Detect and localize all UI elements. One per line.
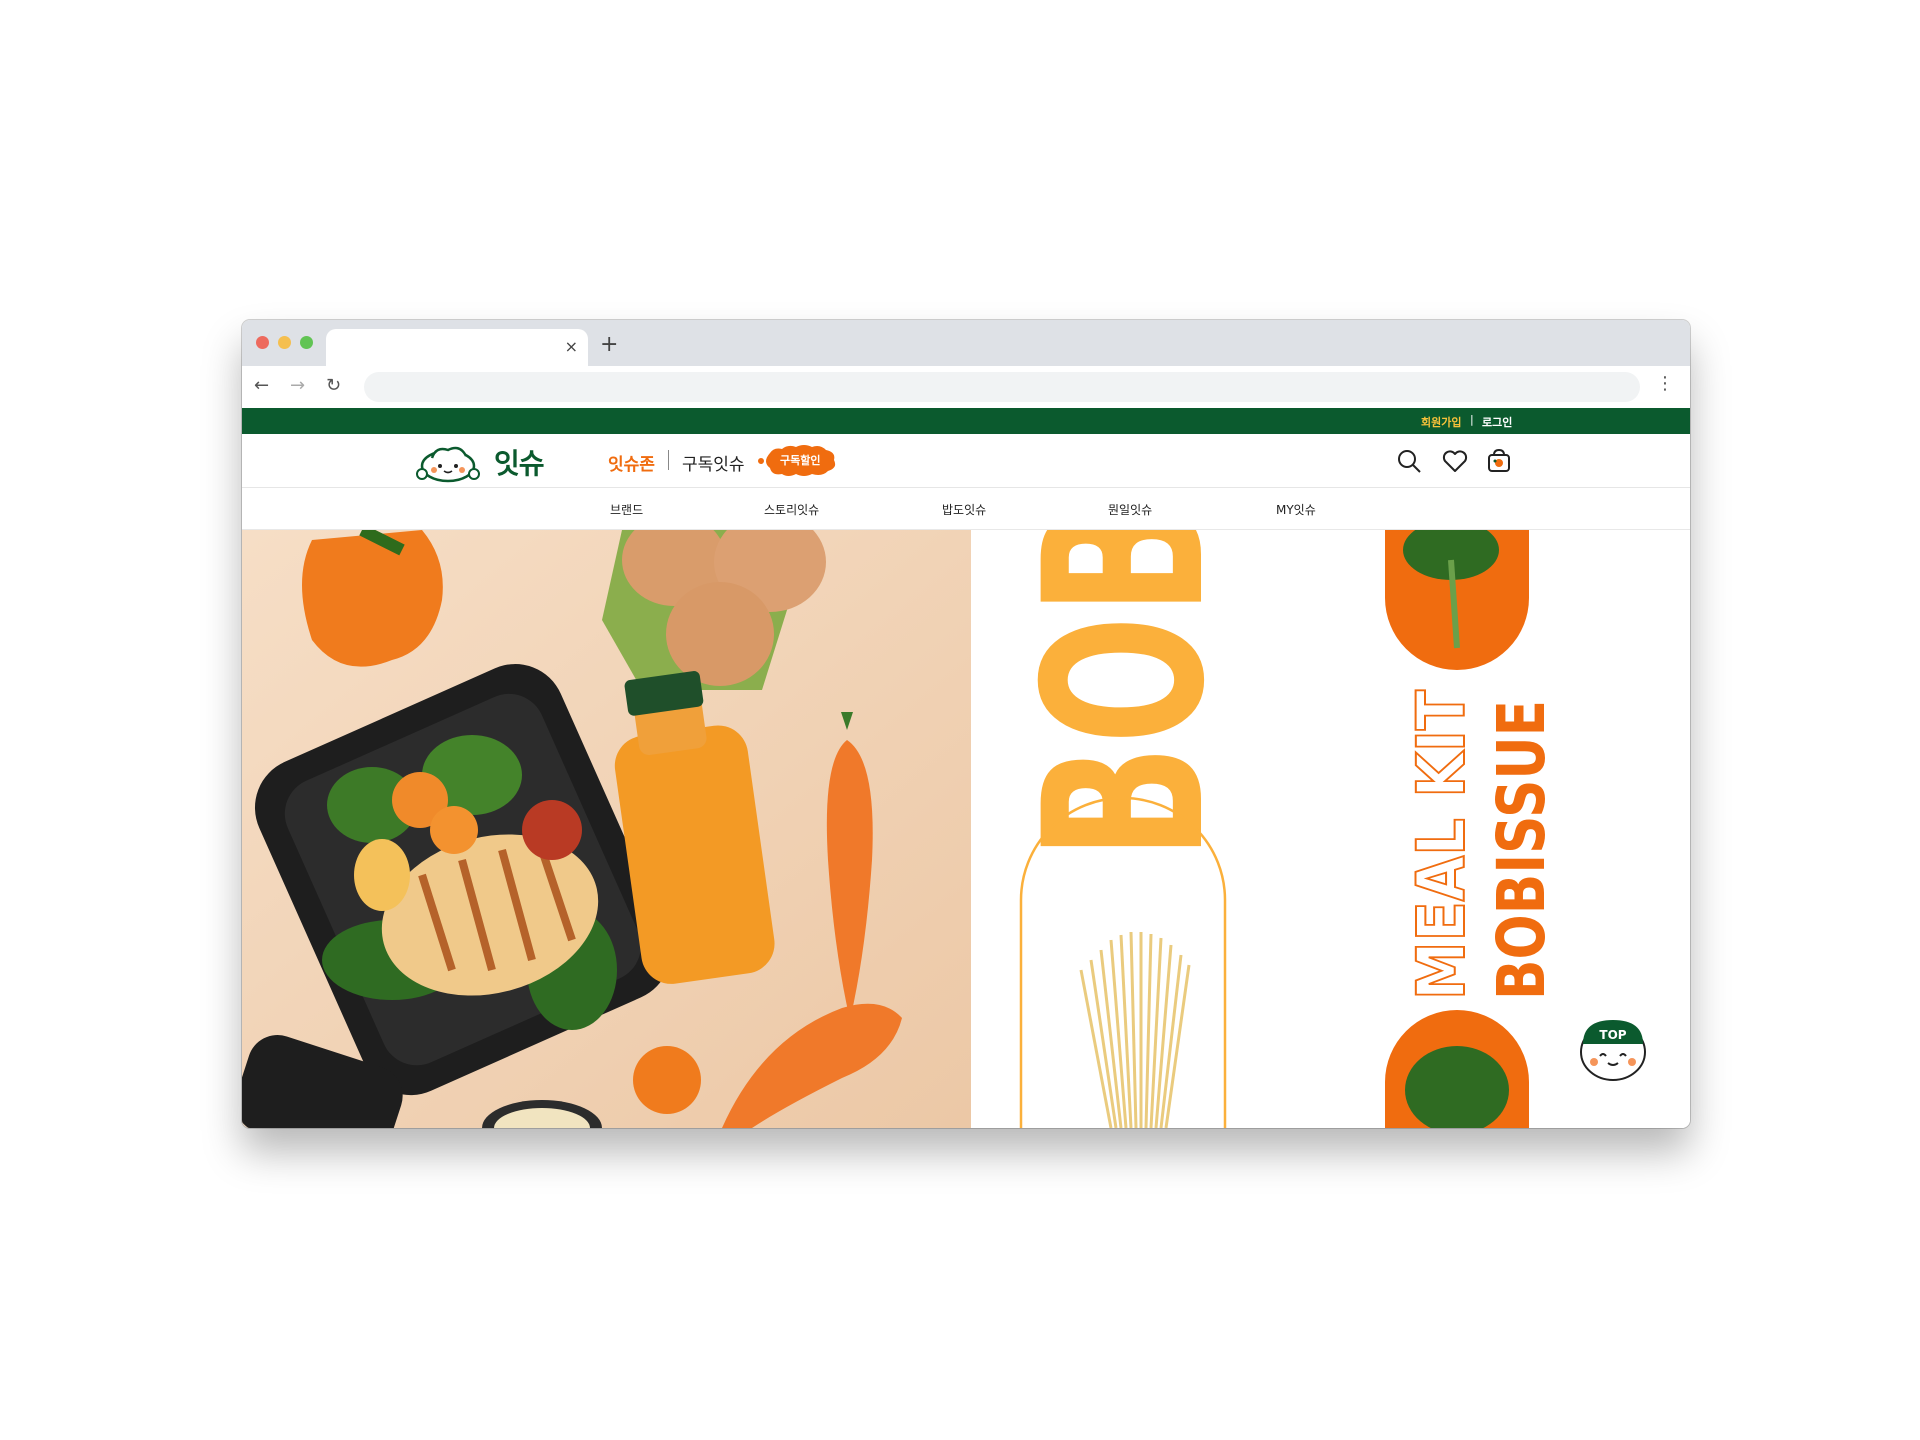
zone-link[interactable]: 잇슈존 <box>608 450 655 475</box>
tab-close-icon[interactable]: × <box>565 337 578 356</box>
web-page: 회원가입 | 로그인 잇슈 잇슈존 구독잇슈 구독할인 브랜드 스토리잇슈 밥도… <box>242 408 1690 1128</box>
tab-bar: × + <box>242 320 1690 366</box>
spinach-bottom-icon <box>1385 1010 1529 1128</box>
heart-icon[interactable] <box>1442 448 1468 474</box>
subscribe-link[interactable]: 구독잇슈 <box>682 450 745 475</box>
menu-item-brand[interactable]: 브랜드 <box>610 501 643 518</box>
site-header: 잇슈 잇슈존 구독잇슈 구독할인 <box>242 434 1690 488</box>
back-button[interactable]: ← <box>254 375 269 396</box>
login-link[interactable]: 로그인 <box>1482 414 1512 430</box>
discount-badge-label: 구독할인 <box>780 454 821 467</box>
menu-item-meal[interactable]: 밥도잇슈 <box>942 501 986 518</box>
window-controls <box>256 336 313 349</box>
address-bar[interactable] <box>364 372 1640 402</box>
utility-separator: | <box>1470 413 1474 426</box>
scroll-top-button[interactable]: TOP <box>1578 1016 1648 1082</box>
browser-menu-button[interactable]: ⋮ <box>1656 373 1674 394</box>
signup-link[interactable]: 회원가입 <box>1421 414 1461 430</box>
main-menu: 브랜드 스토리잇슈 밥도잇슈 뭔일잇슈 MY잇슈 <box>242 488 1690 530</box>
logo-wordmark[interactable]: 잇슈 <box>494 442 545 482</box>
minimize-window-button[interactable] <box>278 336 291 349</box>
cart-icon[interactable] <box>1486 448 1512 474</box>
mascot-icon <box>416 446 480 483</box>
brand-big-text: BOB <box>997 530 1253 860</box>
menu-item-my[interactable]: MY잇슈 <box>1276 501 1316 518</box>
browser-tab[interactable]: × <box>326 329 588 366</box>
close-window-button[interactable] <box>256 336 269 349</box>
forward-button[interactable]: → <box>290 375 305 396</box>
reload-button[interactable]: ↻ <box>326 375 341 396</box>
browser-window: × + ← → ↻ ⋮ 회원가입 | 로그인 잇슈 잇슈존 구독잇슈 구독할인 … <box>242 320 1690 1128</box>
spinach-top-icon <box>1385 530 1529 670</box>
search-icon[interactable] <box>1396 448 1422 474</box>
menu-item-story[interactable]: 스토리잇슈 <box>764 501 819 518</box>
browser-toolbar: ← → ↻ ⋮ <box>242 366 1690 408</box>
new-tab-button[interactable]: + <box>600 332 618 357</box>
bobissue-text: BOBISSUE <box>1483 700 1560 1000</box>
hero-food-image <box>242 530 971 1128</box>
top-button-label: TOP <box>1599 1028 1626 1042</box>
header-divider <box>668 450 669 470</box>
maximize-window-button[interactable] <box>300 336 313 349</box>
utility-bar: 회원가입 | 로그인 <box>242 408 1690 434</box>
menu-item-news[interactable]: 뭔일잇슈 <box>1108 501 1152 518</box>
meal-kit-text: MEAL KIT <box>1403 690 1480 1000</box>
